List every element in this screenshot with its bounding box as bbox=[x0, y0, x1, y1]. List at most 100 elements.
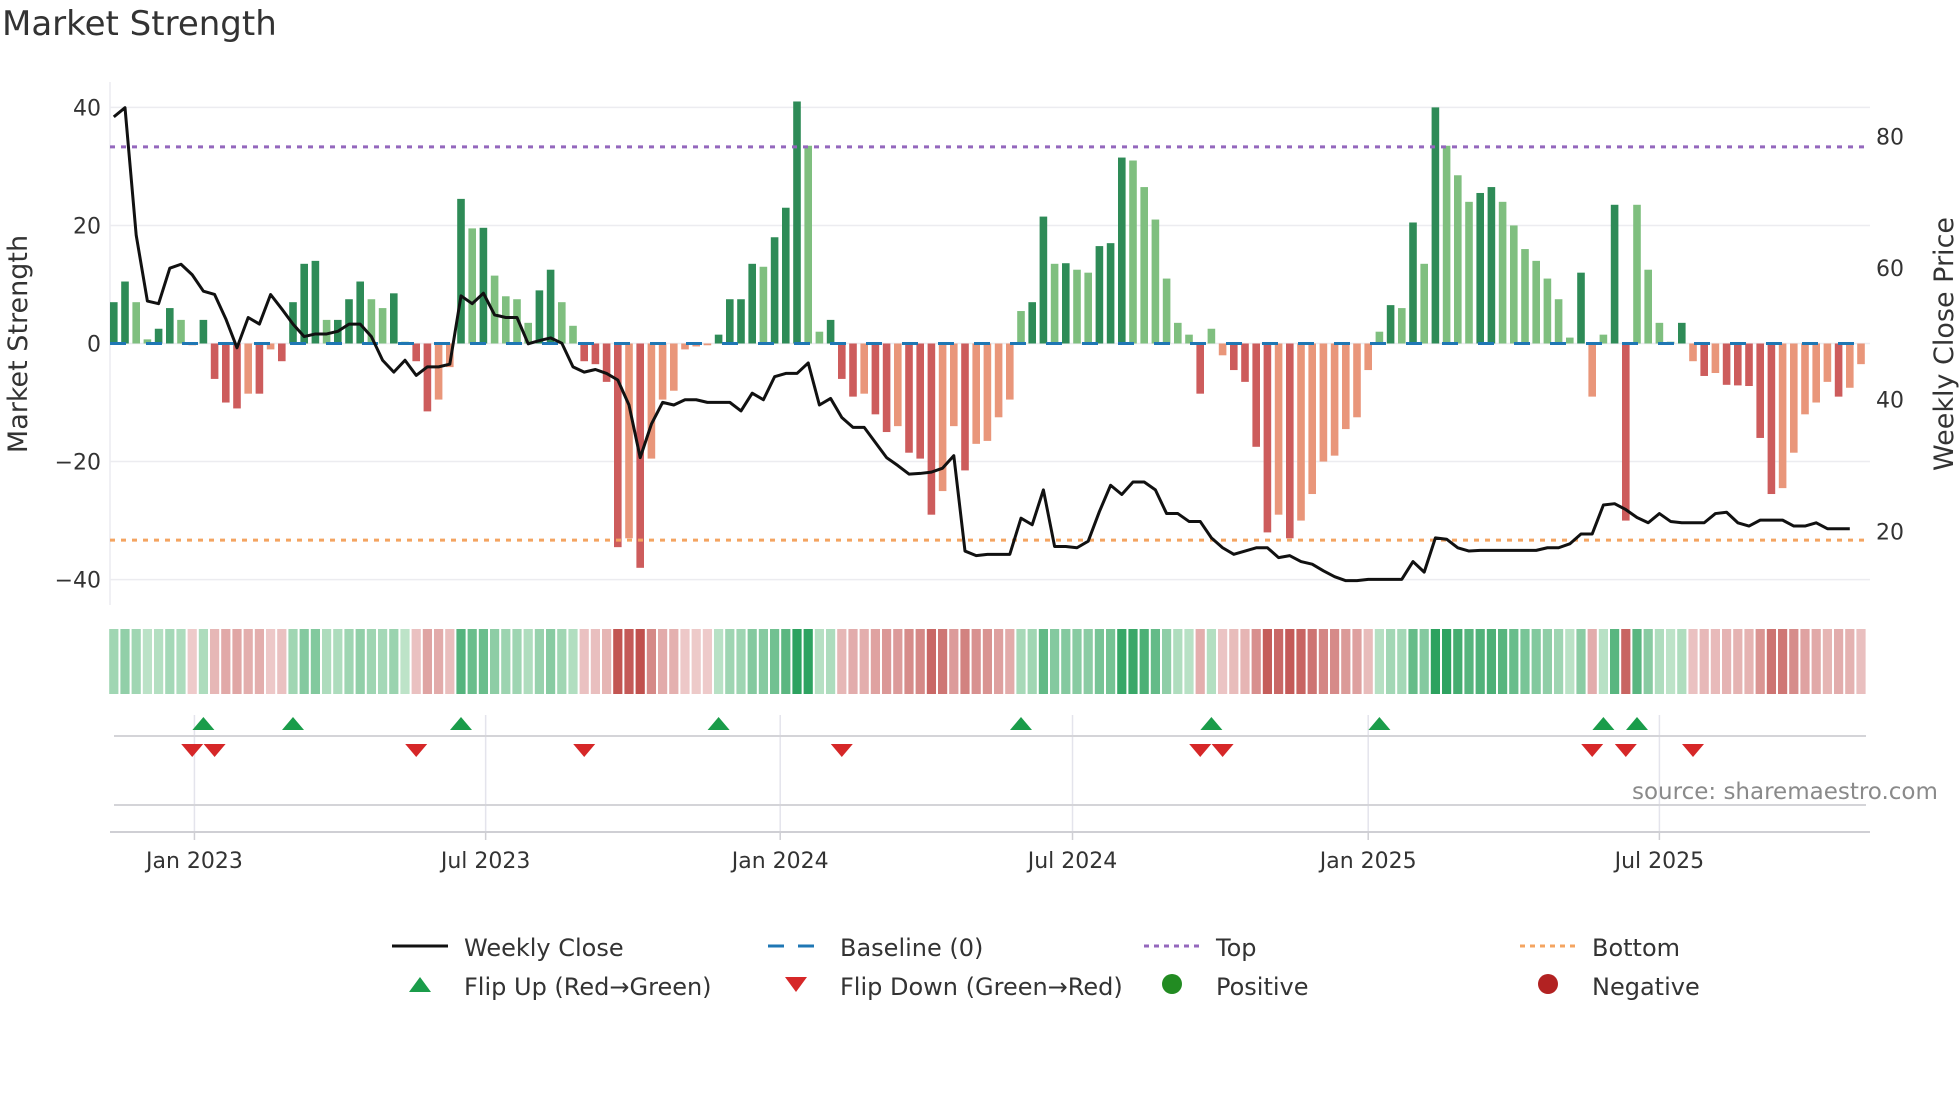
strip-cell-positive bbox=[1610, 629, 1620, 694]
bar-positive bbox=[1476, 192, 1484, 344]
strip-cell-positive bbox=[1139, 629, 1149, 694]
flip-up-marker bbox=[450, 717, 472, 730]
bar-negative bbox=[1006, 343, 1014, 400]
bar-positive bbox=[1431, 107, 1440, 344]
strip-cell-positive bbox=[803, 629, 813, 694]
bar-positive bbox=[726, 299, 734, 344]
y-tick-label: 0 bbox=[87, 333, 101, 358]
strip-cell-negative bbox=[187, 629, 197, 694]
y2-tick-label: 40 bbox=[1876, 389, 1904, 414]
strip-cell-positive bbox=[1184, 629, 1194, 694]
bar-negative bbox=[1711, 343, 1720, 374]
strip-cell-positive bbox=[501, 629, 511, 694]
bar-negative bbox=[1823, 343, 1832, 382]
bar-negative bbox=[703, 343, 712, 346]
strip-cell-positive bbox=[1498, 629, 1508, 694]
flip-down-marker bbox=[203, 744, 226, 757]
strip-cell-negative bbox=[1307, 629, 1317, 694]
bar-negative bbox=[905, 343, 913, 453]
bar-negative bbox=[1778, 343, 1787, 489]
strip-cell-negative bbox=[266, 629, 276, 694]
legend-label: Weekly Close bbox=[464, 934, 624, 962]
strip-cell-positive bbox=[1094, 629, 1104, 694]
bar-positive bbox=[311, 260, 320, 344]
bar-negative bbox=[1230, 343, 1238, 371]
bar-negative bbox=[1342, 343, 1350, 430]
bar-positive bbox=[1543, 278, 1552, 344]
strip-cell-positive bbox=[1654, 629, 1664, 694]
strip-cell-positive bbox=[154, 629, 164, 694]
bar-positive bbox=[177, 319, 185, 344]
strip-cell-positive bbox=[344, 629, 354, 694]
strip-cell-positive bbox=[1464, 629, 1474, 694]
bar-negative bbox=[434, 343, 443, 400]
bar-negative bbox=[1857, 343, 1865, 365]
flip-up-marker bbox=[707, 717, 730, 730]
strip-cell-negative bbox=[1318, 629, 1328, 694]
strip-cell-positive bbox=[1083, 629, 1093, 694]
legend-label: Top bbox=[1216, 934, 1257, 962]
bar-positive bbox=[468, 228, 476, 344]
bar-negative bbox=[927, 343, 936, 515]
bar-positive bbox=[1095, 246, 1104, 344]
bar-positive bbox=[110, 302, 118, 344]
legend-item: Flip Up (Red→Green) bbox=[390, 972, 712, 1002]
strip-cell-negative bbox=[960, 629, 970, 694]
strip-cell-negative bbox=[210, 629, 220, 694]
bar-positive bbox=[502, 296, 510, 344]
bar-negative bbox=[423, 343, 432, 412]
bar-negative bbox=[1790, 343, 1798, 453]
bar-positive bbox=[121, 281, 129, 344]
strip-cell-positive bbox=[400, 629, 410, 694]
strip-cell-positive bbox=[1486, 629, 1496, 694]
bar-positive bbox=[1678, 322, 1686, 344]
bar-positive bbox=[356, 281, 364, 344]
flip-down-marker bbox=[1581, 744, 1604, 757]
bar-positive bbox=[569, 325, 577, 344]
strip-cell-positive bbox=[355, 629, 365, 694]
bar-positive bbox=[714, 334, 723, 344]
strip-cell-positive bbox=[1643, 629, 1653, 694]
strip-cell-positive bbox=[1016, 629, 1026, 694]
strip-cell-positive bbox=[1419, 629, 1429, 694]
legend-item: Top bbox=[1142, 934, 1257, 962]
bar-negative bbox=[1297, 343, 1305, 521]
bar-positive bbox=[199, 319, 208, 344]
strip-cell-negative bbox=[1733, 629, 1743, 694]
strip-cell-negative bbox=[971, 629, 981, 694]
strip-cell-positive bbox=[1050, 629, 1060, 694]
bar-negative bbox=[838, 343, 846, 379]
bar-negative bbox=[658, 343, 667, 400]
strip-cell-negative bbox=[1822, 629, 1832, 694]
strip-cell-positive bbox=[714, 629, 724, 694]
bar-positive bbox=[1062, 263, 1070, 344]
strip-cell-positive bbox=[366, 629, 376, 694]
strip-cell-negative bbox=[949, 629, 959, 694]
bar-negative bbox=[1689, 343, 1697, 362]
strip-cell-negative bbox=[1789, 629, 1799, 694]
bar-negative bbox=[1286, 343, 1294, 539]
strip-cell-positive bbox=[1576, 629, 1586, 694]
strip-cell-positive bbox=[490, 629, 500, 694]
strip-cell-negative bbox=[445, 629, 455, 694]
strip-cell-negative bbox=[904, 629, 914, 694]
strip-cell-negative bbox=[1755, 629, 1765, 694]
bar-positive bbox=[1454, 175, 1462, 344]
flip-down-marker bbox=[405, 744, 428, 757]
legend-item: Baseline (0) bbox=[766, 934, 983, 962]
strip-cell-negative bbox=[1352, 629, 1362, 694]
bar-negative bbox=[1745, 343, 1753, 387]
bar-positive bbox=[1577, 272, 1585, 344]
bar-negative bbox=[849, 343, 857, 397]
strip-cell-positive bbox=[378, 629, 388, 694]
bar-negative bbox=[1767, 343, 1776, 495]
bar-negative bbox=[1734, 343, 1742, 386]
strip-cell-negative bbox=[938, 629, 948, 694]
flip-down-marker bbox=[1189, 744, 1212, 757]
bar-positive bbox=[1566, 337, 1574, 344]
strip-cell-negative bbox=[602, 629, 612, 694]
strip-cell-negative bbox=[1811, 629, 1821, 694]
flip-up-marker bbox=[1200, 717, 1223, 730]
flip-up-marker bbox=[282, 717, 304, 730]
strip-cell-positive bbox=[467, 629, 477, 694]
